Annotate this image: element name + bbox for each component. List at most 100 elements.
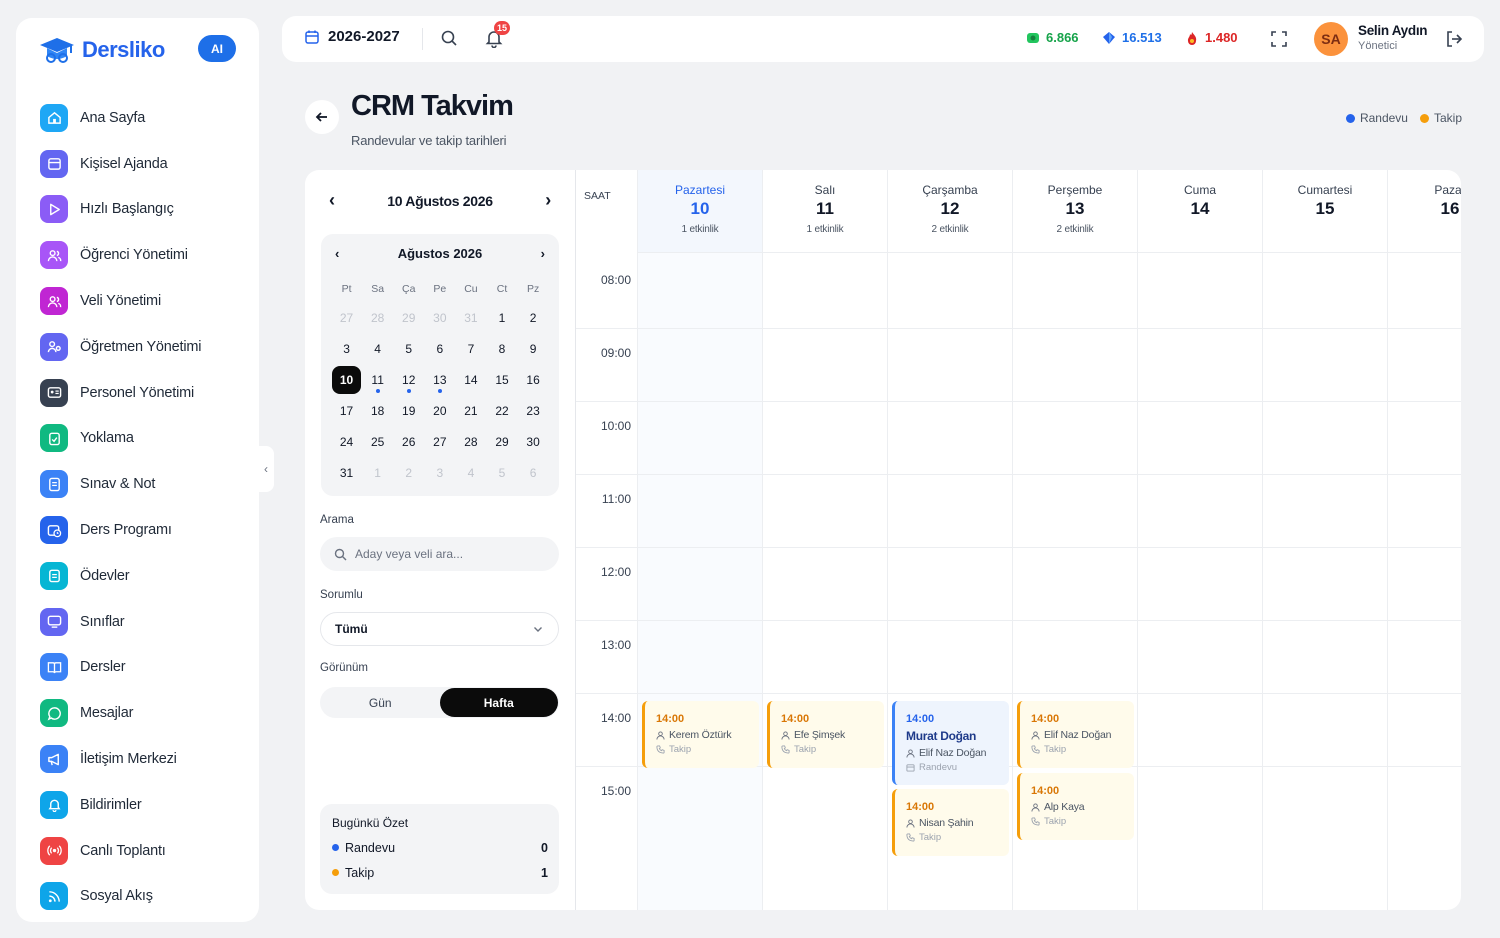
calendar-event-randevu[interactable]: 14:00 Murat Doğan Elif Naz Doğan Randevu bbox=[892, 701, 1009, 785]
mini-calendar-day[interactable]: 15 bbox=[486, 364, 517, 395]
mini-calendar-day[interactable]: 27 bbox=[424, 426, 455, 457]
search-input[interactable] bbox=[355, 547, 535, 561]
sidebar-item-10[interactable]: Ödevler bbox=[40, 553, 250, 599]
calendar-event-takip[interactable]: 14:00 Kerem Öztürk Takip bbox=[642, 701, 759, 768]
sidebar-item-14[interactable]: İletişim Merkezi bbox=[40, 736, 250, 782]
day-column-6[interactable] bbox=[1388, 253, 1461, 910]
day-column-4[interactable] bbox=[1138, 253, 1263, 910]
prev-month-button[interactable]: ‹ bbox=[335, 246, 339, 261]
mini-calendar-day[interactable]: 19 bbox=[393, 395, 424, 426]
mini-calendar-day[interactable]: 4 bbox=[455, 457, 486, 488]
mini-calendar-day[interactable]: 7 bbox=[455, 333, 486, 364]
mini-calendar-day[interactable]: 8 bbox=[486, 333, 517, 364]
mini-calendar-day[interactable]: 13 bbox=[424, 364, 455, 395]
sidebar-item-2[interactable]: Hızlı Başlangıç bbox=[40, 187, 250, 233]
calendar-event-takip[interactable]: 14:00 Efe Şimşek Takip bbox=[767, 701, 884, 768]
mini-calendar-day[interactable]: 22 bbox=[486, 395, 517, 426]
sidebar-item-17[interactable]: Sosyal Akış bbox=[40, 874, 250, 920]
sidebar-item-13[interactable]: Mesajlar bbox=[40, 690, 250, 736]
mini-calendar-day[interactable]: 5 bbox=[393, 333, 424, 364]
view-option-day[interactable]: Gün bbox=[321, 688, 440, 717]
mini-calendar-day[interactable]: 6 bbox=[424, 333, 455, 364]
logo[interactable]: Dersliko bbox=[38, 32, 165, 68]
ai-button[interactable]: AI bbox=[198, 35, 236, 62]
mini-calendar-day[interactable]: 18 bbox=[362, 395, 393, 426]
day-column-5[interactable] bbox=[1263, 253, 1388, 910]
mini-calendar-day[interactable]: 25 bbox=[362, 426, 393, 457]
search-icon[interactable] bbox=[440, 29, 458, 47]
responsible-select[interactable]: Tümü bbox=[320, 612, 559, 646]
mini-calendar-day[interactable]: 14 bbox=[455, 364, 486, 395]
mini-calendar-day[interactable]: 9 bbox=[518, 333, 549, 364]
sidebar-item-8[interactable]: Sınav & Not bbox=[40, 461, 250, 507]
mini-calendar-day[interactable]: 28 bbox=[362, 302, 393, 333]
mini-calendar-day[interactable]: 12 bbox=[393, 364, 424, 395]
next-month-button[interactable]: › bbox=[541, 246, 545, 261]
day-header-4[interactable]: Cuma 14 bbox=[1138, 170, 1263, 253]
sidebar-item-6[interactable]: Personel Yönetimi bbox=[40, 370, 250, 416]
sidebar-collapse-button[interactable]: ‹ bbox=[258, 446, 274, 492]
mini-calendar-day[interactable]: 24 bbox=[331, 426, 362, 457]
back-button[interactable] bbox=[305, 100, 339, 134]
mini-calendar-day[interactable]: 11 bbox=[362, 364, 393, 395]
day-header-1[interactable]: Salı 11 1 etkinlik bbox=[763, 170, 888, 253]
mini-calendar-day[interactable]: 29 bbox=[393, 302, 424, 333]
week-calendar: SAAT Pazartesi 10 1 etkinlik Salı 11 1 etkinl… bbox=[575, 170, 1461, 910]
mini-calendar-day[interactable]: 3 bbox=[424, 457, 455, 488]
sidebar-item-9[interactable]: Ders Programı bbox=[40, 507, 250, 553]
next-week-button[interactable]: › bbox=[545, 190, 551, 211]
mini-calendar-day[interactable]: 27 bbox=[331, 302, 362, 333]
mini-calendar-day[interactable]: 16 bbox=[518, 364, 549, 395]
search-field[interactable] bbox=[320, 537, 559, 571]
sidebar-item-7[interactable]: Yoklama bbox=[40, 416, 250, 462]
mini-calendar-day[interactable]: 30 bbox=[518, 426, 549, 457]
avatar[interactable]: SA bbox=[1314, 22, 1348, 56]
mini-calendar-day[interactable]: 23 bbox=[518, 395, 549, 426]
day-header-2[interactable]: Çarşamba 12 2 etkinlik bbox=[888, 170, 1013, 253]
mini-calendar-day[interactable]: 30 bbox=[424, 302, 455, 333]
view-option-week[interactable]: Hafta bbox=[439, 688, 558, 717]
sidebar-item-3[interactable]: Öğrenci Yönetimi bbox=[40, 232, 250, 278]
mini-calendar-day[interactable]: 1 bbox=[486, 302, 517, 333]
mini-calendar-day[interactable]: 5 bbox=[486, 457, 517, 488]
mini-calendar-day[interactable]: 20 bbox=[424, 395, 455, 426]
sidebar-item-0[interactable]: Ana Sayfa bbox=[40, 95, 250, 141]
day-column-0[interactable] bbox=[638, 253, 763, 910]
calendar-event-takip[interactable]: 14:00 Elif Naz Doğan Takip bbox=[1017, 701, 1134, 768]
sidebar-item-16[interactable]: Canlı Toplantı bbox=[40, 828, 250, 874]
day-header-6[interactable]: Pazar 16 bbox=[1388, 170, 1461, 253]
day-header-0[interactable]: Pazartesi 10 1 etkinlik bbox=[638, 170, 763, 253]
sidebar-item-5[interactable]: Öğretmen Yönetimi bbox=[40, 324, 250, 370]
academic-year-selector[interactable]: 2026-2027 bbox=[304, 28, 400, 45]
mini-calendar-day[interactable]: 6 bbox=[518, 457, 549, 488]
mini-calendar-day[interactable]: 4 bbox=[362, 333, 393, 364]
mini-calendar-day[interactable]: 2 bbox=[393, 457, 424, 488]
logout-icon[interactable] bbox=[1444, 29, 1464, 49]
mini-calendar-day[interactable]: 1 bbox=[362, 457, 393, 488]
sidebar-item-15[interactable]: Bildirimler bbox=[40, 782, 250, 828]
sidebar-item-1[interactable]: Kişisel Ajanda bbox=[40, 141, 250, 187]
mini-calendar-day[interactable]: 17 bbox=[331, 395, 362, 426]
mini-calendar-day[interactable]: 2 bbox=[518, 302, 549, 333]
sidebar-item-12[interactable]: Dersler bbox=[40, 645, 250, 691]
user-info[interactable]: Selin Aydın Yönetici bbox=[1358, 23, 1428, 52]
mini-calendar-day[interactable]: 26 bbox=[393, 426, 424, 457]
mini-calendar-day-selected[interactable]: 10 bbox=[331, 364, 362, 395]
day-header-5[interactable]: Cumartesi 15 bbox=[1263, 170, 1388, 253]
mini-calendar-day[interactable]: 29 bbox=[486, 426, 517, 457]
calendar-event-takip[interactable]: 14:00 Nisan Şahin Takip bbox=[892, 789, 1009, 856]
sidebar-item-11[interactable]: Sınıflar bbox=[40, 599, 250, 645]
sidebar-item-4[interactable]: Veli Yönetimi bbox=[40, 278, 250, 324]
hour-grid-line bbox=[576, 547, 1461, 548]
mini-calendar-day[interactable]: 31 bbox=[331, 457, 362, 488]
mini-calendar-day[interactable]: 3 bbox=[331, 333, 362, 364]
prev-week-button[interactable]: ‹ bbox=[329, 190, 335, 211]
day-column-1[interactable] bbox=[763, 253, 888, 910]
fullscreen-icon[interactable] bbox=[1270, 30, 1288, 48]
mini-calendar-day[interactable]: 21 bbox=[455, 395, 486, 426]
mini-calendar-day[interactable]: 31 bbox=[455, 302, 486, 333]
day-header-3[interactable]: Perşembe 13 2 etkinlik bbox=[1013, 170, 1138, 253]
mini-calendar-day[interactable]: 28 bbox=[455, 426, 486, 457]
search-icon bbox=[334, 548, 347, 560]
calendar-event-takip[interactable]: 14:00 Alp Kaya Takip bbox=[1017, 773, 1134, 840]
